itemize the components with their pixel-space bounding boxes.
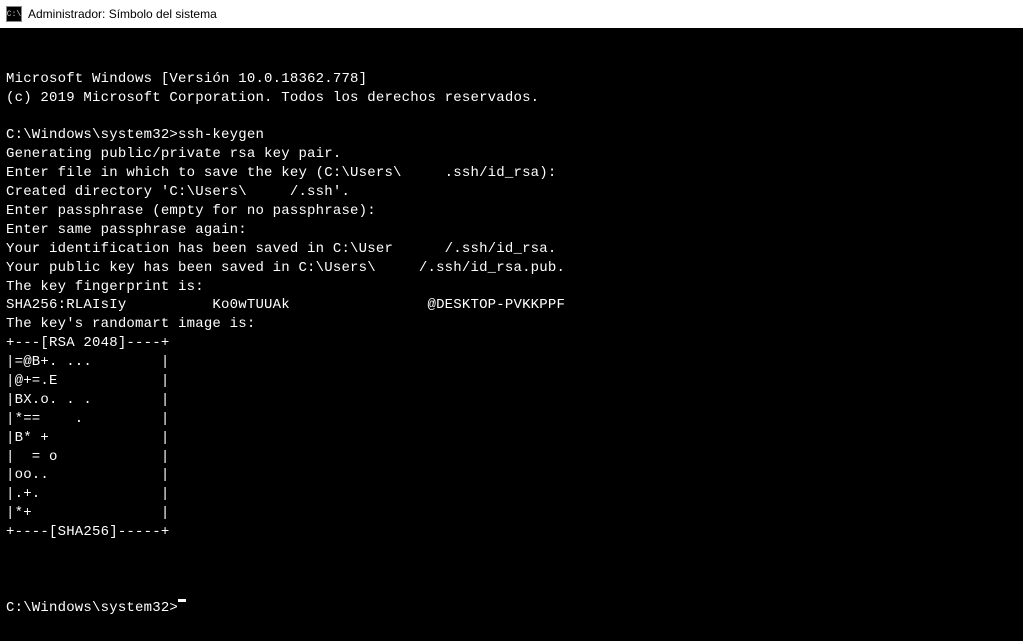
terminal-line: Your identification has been saved in C:… xyxy=(6,240,1017,259)
terminal-line: Generating public/private rsa key pair. xyxy=(6,145,1017,164)
terminal-line: SHA256:RLAIsIy Ko0wTUUAk @DESKTOP-PVKKPP… xyxy=(6,296,1017,315)
cmd-icon: C:\ xyxy=(6,6,22,22)
terminal-line: (c) 2019 Microsoft Corporation. Todos lo… xyxy=(6,89,1017,108)
terminal-line: Your public key has been saved in C:\Use… xyxy=(6,259,1017,278)
terminal-line: |=@B+. ... | xyxy=(6,353,1017,372)
terminal-line xyxy=(6,542,1017,561)
terminal-line: Enter passphrase (empty for no passphras… xyxy=(6,202,1017,221)
terminal-line: Enter file in which to save the key (C:\… xyxy=(6,164,1017,183)
terminal-line: C:\Windows\system32>ssh-keygen xyxy=(6,126,1017,145)
cursor xyxy=(178,599,186,602)
terminal-line: |*+ | xyxy=(6,504,1017,523)
terminal-line: Enter same passphrase again: xyxy=(6,221,1017,240)
terminal-lines: Microsoft Windows [Versión 10.0.18362.77… xyxy=(6,70,1017,561)
window-title: Administrador: Símbolo del sistema xyxy=(28,7,217,21)
terminal-line: The key's randomart image is: xyxy=(6,315,1017,334)
terminal-line: |.+. | xyxy=(6,485,1017,504)
window-title-bar[interactable]: C:\ Administrador: Símbolo del sistema xyxy=(0,0,1023,28)
prompt-line[interactable]: C:\Windows\system32> xyxy=(6,599,1017,618)
terminal-line: Created directory 'C:\Users\ /.ssh'. xyxy=(6,183,1017,202)
terminal-line: |BX.o. . . | xyxy=(6,391,1017,410)
terminal-line: The key fingerprint is: xyxy=(6,278,1017,297)
terminal-line: |B* + | xyxy=(6,429,1017,448)
terminal-line: Microsoft Windows [Versión 10.0.18362.77… xyxy=(6,70,1017,89)
terminal-line: | = o | xyxy=(6,448,1017,467)
terminal-output[interactable]: Microsoft Windows [Versión 10.0.18362.77… xyxy=(0,28,1023,641)
terminal-line: |@+=.E | xyxy=(6,372,1017,391)
terminal-line: +---[RSA 2048]----+ xyxy=(6,334,1017,353)
terminal-line: |*== . | xyxy=(6,410,1017,429)
terminal-line xyxy=(6,108,1017,127)
terminal-line: +----[SHA256]-----+ xyxy=(6,523,1017,542)
prompt-text: C:\Windows\system32> xyxy=(6,599,178,618)
terminal-line: |oo.. | xyxy=(6,466,1017,485)
